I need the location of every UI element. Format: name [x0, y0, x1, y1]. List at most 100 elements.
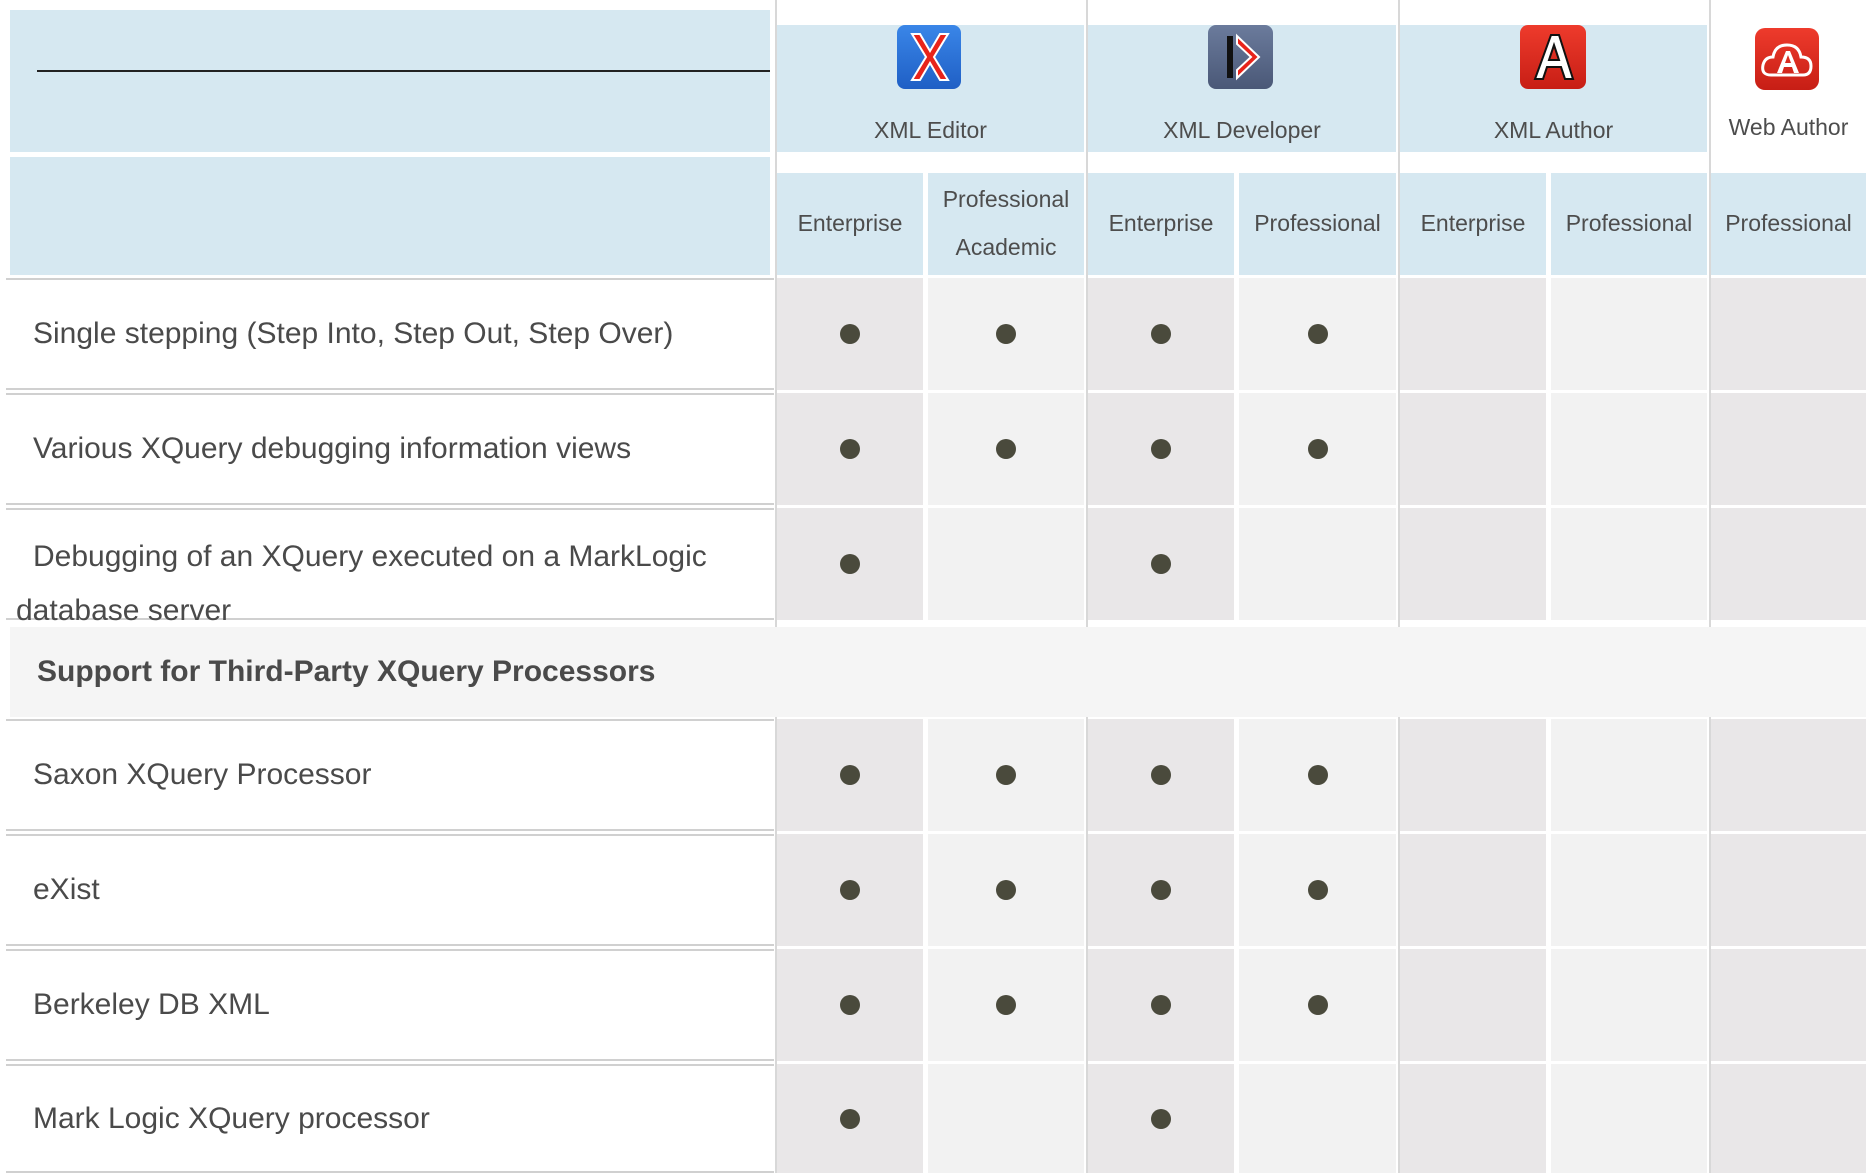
- feature-cell: [1088, 834, 1234, 946]
- feature-cell: [1711, 1064, 1866, 1173]
- feature-cell: [1400, 719, 1546, 831]
- feature-cell: [928, 949, 1084, 1061]
- feature-cell: [777, 834, 923, 946]
- feature-cell: [1400, 949, 1546, 1061]
- feature-cell: [1400, 393, 1546, 505]
- supported-dot-icon: [840, 1108, 860, 1129]
- feature-cell: [1088, 393, 1234, 505]
- feature-cell: [1711, 393, 1866, 505]
- feature-cell: [928, 508, 1084, 620]
- feature-cell: [1239, 508, 1396, 620]
- feature-cell: [1239, 834, 1396, 946]
- feature-cell: [1551, 278, 1707, 390]
- feature-cell: [1551, 834, 1707, 946]
- feature-label: Berkeley DB XML: [6, 949, 774, 1061]
- feature-cell: [777, 278, 923, 390]
- feature-cell: [928, 393, 1084, 505]
- supported-dot-icon: [840, 324, 860, 344]
- xml-developer-icon[interactable]: [1208, 25, 1273, 89]
- feature-cell: [777, 719, 923, 831]
- edition-header: Professional: [1239, 173, 1396, 275]
- supported-dot-icon: [1151, 554, 1171, 574]
- edition-header: Enterprise: [777, 173, 923, 275]
- supported-dot-icon: [1307, 439, 1328, 459]
- feature-cell: [1088, 1064, 1234, 1173]
- feature-cell: [1711, 834, 1866, 946]
- feature-cell: [1400, 834, 1546, 946]
- supported-dot-icon: [1151, 1108, 1171, 1129]
- feature-cell: [1551, 1064, 1707, 1173]
- product-header-xml-developer: XML Developer: [1088, 25, 1396, 152]
- supported-dot-icon: [1307, 765, 1328, 785]
- supported-dot-icon: [996, 439, 1016, 459]
- supported-dot-icon: [996, 765, 1016, 785]
- feature-cell: [1711, 508, 1866, 620]
- supported-dot-icon: [996, 880, 1016, 900]
- feature-cell: [777, 949, 923, 1061]
- supported-dot-icon: [996, 995, 1016, 1015]
- supported-dot-icon: [1307, 995, 1328, 1015]
- feature-label: Saxon XQuery Processor: [6, 719, 774, 831]
- feature-cell: [1239, 1064, 1396, 1173]
- supported-dot-icon: [840, 765, 860, 785]
- feature-cell: [928, 1064, 1084, 1173]
- product-header-xml-editor: XML Editor: [777, 25, 1084, 152]
- feature-cell: [1088, 719, 1234, 831]
- feature-cell: [777, 393, 923, 505]
- product-name: XML Editor: [874, 117, 987, 143]
- supported-dot-icon: [1307, 324, 1328, 344]
- supported-dot-icon: [996, 324, 1016, 344]
- feature-cell: [928, 834, 1084, 946]
- product-name: Web Author: [1728, 114, 1849, 140]
- edition-header: Enterprise: [1400, 173, 1546, 275]
- header-divider-line: [37, 70, 770, 72]
- supported-dot-icon: [1151, 765, 1171, 785]
- feature-cell: [1088, 278, 1234, 390]
- edition-header: Professional: [1551, 173, 1707, 275]
- supported-dot-icon: [1151, 880, 1171, 900]
- feature-cell: [777, 1064, 923, 1173]
- feature-cell: [1551, 393, 1707, 505]
- web-author-icon[interactable]: [1755, 28, 1819, 90]
- feature-label: Single stepping (Step Into, Step Out, St…: [6, 278, 774, 390]
- feature-cell: [1711, 949, 1866, 1061]
- feature-cell: [1239, 719, 1396, 831]
- feature-cell: [1239, 393, 1396, 505]
- feature-label: eXist: [6, 834, 774, 946]
- feature-cell: [1551, 508, 1707, 620]
- supported-dot-icon: [1151, 439, 1171, 459]
- supported-dot-icon: [840, 439, 860, 459]
- feature-cell: [1088, 949, 1234, 1061]
- xml-editor-icon[interactable]: [897, 25, 961, 89]
- product-header-xml-author: XML Author: [1400, 25, 1707, 152]
- header-editions-column: [10, 157, 770, 275]
- edition-header: Professional: [1711, 173, 1866, 275]
- feature-cell: [1551, 949, 1707, 1061]
- feature-cell: [1400, 278, 1546, 390]
- supported-dot-icon: [840, 880, 860, 900]
- feature-cell: [777, 508, 923, 620]
- section-title: Support for Third-Party XQuery Processor…: [10, 627, 1866, 717]
- feature-label: Debugging of an XQuery executed on a Mar…: [6, 508, 774, 627]
- feature-cell: [1400, 1064, 1546, 1173]
- supported-dot-icon: [1307, 880, 1328, 900]
- edition-header: Professional Academic: [928, 173, 1084, 275]
- feature-cell: [1088, 508, 1234, 620]
- supported-dot-icon: [840, 554, 860, 574]
- edition-header: Enterprise: [1088, 173, 1234, 275]
- header-feature-column: [10, 10, 770, 152]
- feature-cell: [1711, 719, 1866, 831]
- supported-dot-icon: [840, 995, 860, 1015]
- feature-cell: [1239, 278, 1396, 390]
- xml-author-icon[interactable]: [1520, 25, 1586, 89]
- feature-cell: [1551, 719, 1707, 831]
- product-name: XML Developer: [1163, 117, 1321, 143]
- feature-cell: [1239, 949, 1396, 1061]
- feature-cell: [1711, 278, 1866, 390]
- feature-label: Mark Logic XQuery processor: [6, 1064, 774, 1173]
- supported-dot-icon: [1151, 995, 1171, 1015]
- product-name: XML Author: [1493, 117, 1614, 143]
- feature-cell: [928, 719, 1084, 831]
- feature-cell: [1400, 508, 1546, 620]
- supported-dot-icon: [1151, 324, 1171, 344]
